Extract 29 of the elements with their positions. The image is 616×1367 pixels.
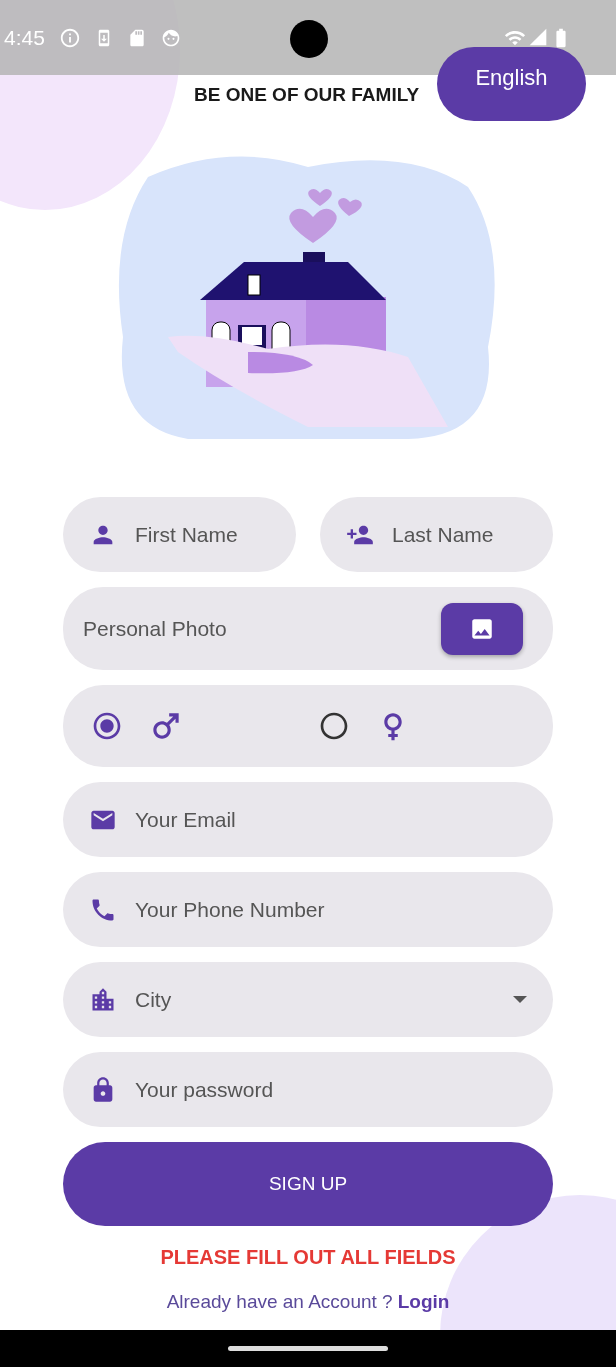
input-field[interactable]: Your password [63, 1052, 553, 1127]
placeholder-text: First Name [135, 522, 239, 547]
camera-cutout [290, 20, 328, 58]
radio-button[interactable] [318, 710, 350, 742]
status-time: 4:45 [4, 25, 45, 50]
placeholder-text: Your Phone Number [135, 897, 326, 922]
name-field[interactable]: First Name [63, 497, 296, 572]
account-prompt: Already have an Account ? [166, 1291, 393, 1312]
sign-up-button[interactable]: SIGN UP [63, 1142, 553, 1226]
photo-field[interactable]: Personal Photo [63, 587, 553, 670]
signal-icon [528, 26, 548, 47]
photo-label: Personal Photo [83, 616, 228, 641]
caret-icon [513, 996, 527, 1003]
login-link[interactable]: Login [397, 1291, 450, 1312]
input-field[interactable]: Your Email [63, 782, 553, 857]
placeholder-text: Your password [135, 1077, 275, 1102]
error-message: PLEASE FILL OUT ALL FIELDS [159, 1246, 457, 1269]
input-field[interactable]: Your Phone Number [63, 872, 553, 947]
name-field[interactable]: Last Name [320, 497, 553, 572]
language-button[interactable]: English [437, 47, 586, 121]
info-icon [58, 26, 81, 49]
placeholder-text: City [135, 987, 173, 1012]
pick-photo-button[interactable] [441, 602, 523, 655]
placeholder-text: Last Name [392, 522, 495, 547]
page-title: BE ONE OF OUR FAMILY [194, 84, 420, 106]
city-dropdown[interactable]: City [63, 962, 553, 1037]
face-icon [160, 27, 181, 48]
placeholder-text: Your Email [135, 807, 237, 832]
radio-button[interactable] [91, 710, 123, 742]
